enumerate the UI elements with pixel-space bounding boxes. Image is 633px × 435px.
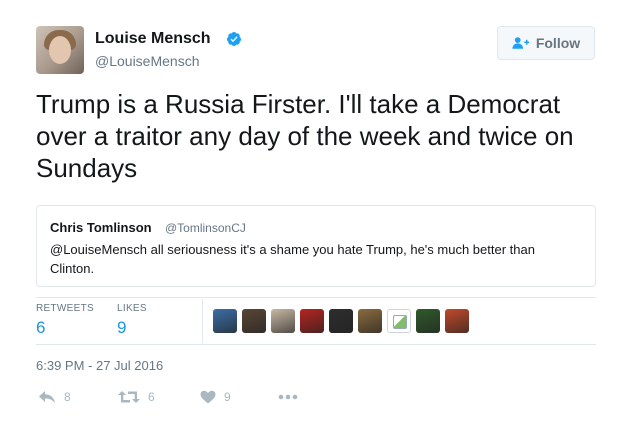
retweets-label: RETWEETS <box>36 303 94 314</box>
liker-avatar[interactable] <box>358 309 382 333</box>
liker-avatar[interactable] <box>300 309 324 333</box>
retweet-button[interactable]: 6 <box>118 390 155 404</box>
liker-avatar[interactable] <box>387 309 411 333</box>
reply-count: 8 <box>64 390 71 404</box>
more-dots-icon <box>278 394 298 400</box>
stats-separator <box>202 299 203 343</box>
likes-label: LIKES <box>117 303 147 314</box>
like-button[interactable]: 9 <box>200 390 231 404</box>
reply-icon <box>39 391 55 403</box>
tweet-timestamp[interactable]: 6:39 PM - 27 Jul 2016 <box>36 358 163 373</box>
author-avatar[interactable] <box>36 26 84 74</box>
add-user-icon <box>512 37 530 49</box>
likes-stat[interactable]: LIKES 9 <box>117 303 147 338</box>
reply-button[interactable]: 8 <box>38 390 71 404</box>
avatar-face <box>49 36 71 64</box>
quoted-tweet-text: @LouiseMensch all seriousness it's a sha… <box>50 242 535 276</box>
verified-badge-icon <box>226 32 241 46</box>
like-count: 9 <box>224 390 231 404</box>
quoted-author-name: Chris Tomlinson <box>50 220 152 235</box>
stats-top-divider <box>36 297 596 298</box>
liker-avatar[interactable] <box>416 309 440 333</box>
tweet-text: Trump is a Russia Firster. I'll take a D… <box>36 89 574 183</box>
retweets-stat[interactable]: RETWEETS 6 <box>36 303 94 338</box>
author-handle[interactable]: @LouiseMensch <box>95 53 200 69</box>
liker-avatars <box>213 309 469 333</box>
quoted-author-handle: @TomlinsonCJ <box>165 221 246 235</box>
follow-button-label: Follow <box>535 35 581 51</box>
follow-button[interactable]: Follow <box>497 26 595 60</box>
more-button[interactable] <box>278 394 298 400</box>
stats-bottom-divider <box>36 344 596 345</box>
liker-avatar[interactable] <box>242 309 266 333</box>
author-name[interactable]: Louise Mensch <box>95 30 211 48</box>
heart-icon <box>200 390 216 404</box>
retweet-count: 6 <box>148 390 155 404</box>
liker-avatar[interactable] <box>271 309 295 333</box>
quoted-tweet-card[interactable]: Chris Tomlinson @TomlinsonCJ @LouiseMens… <box>36 205 596 287</box>
liker-avatar[interactable] <box>445 309 469 333</box>
liker-avatar[interactable] <box>329 309 353 333</box>
liker-avatar[interactable] <box>213 309 237 333</box>
retweet-icon <box>118 391 140 403</box>
retweets-count: 6 <box>36 318 46 337</box>
likes-count: 9 <box>117 318 127 337</box>
